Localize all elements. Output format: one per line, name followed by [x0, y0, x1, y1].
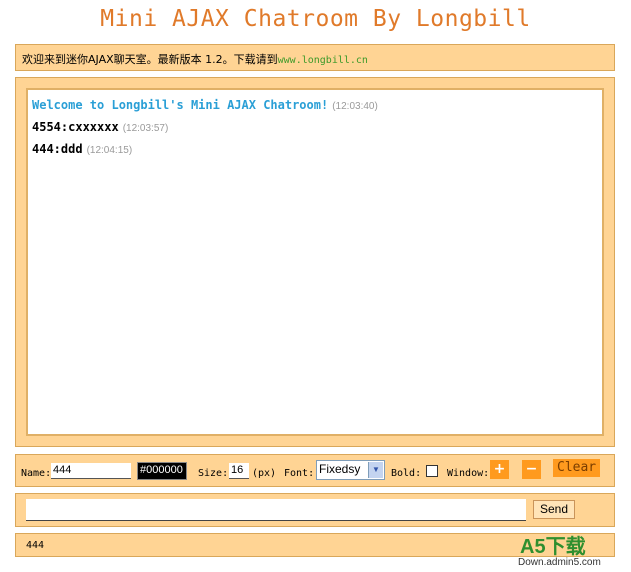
size-label: Size:	[198, 468, 229, 479]
send-button[interactable]: Send	[533, 500, 575, 519]
bold-checkbox[interactable]	[426, 465, 438, 477]
message-text: 444:ddd	[32, 142, 83, 156]
status-text: 444	[26, 540, 45, 551]
notice-bar: 欢迎来到迷你AJAX聊天室。最新版本 1.2。下载请到www.longbill.…	[15, 44, 615, 71]
window-shrink-button[interactable]: −	[522, 460, 541, 479]
window-enlarge-button[interactable]: +	[490, 460, 509, 479]
chat-message: 4554:cxxxxxx (12:03:57)	[32, 116, 598, 138]
chat-message: 444:ddd (12:04:15)	[32, 138, 598, 160]
chat-message: Welcome to Longbill's Mini AJAX Chatroom…	[32, 94, 598, 116]
chevron-down-icon: ▼	[368, 462, 383, 478]
settings-bar: Name: 444 #000000 Size: 16 (px) Font: Fi…	[15, 454, 615, 487]
watermark-logo: A5下载	[520, 536, 586, 558]
chat-log[interactable]: Welcome to Longbill's Mini AJAX Chatroom…	[26, 88, 604, 436]
download-link[interactable]: www.longbill.cn	[278, 55, 368, 66]
message-time: (12:03:57)	[122, 123, 169, 134]
size-input[interactable]: 16	[229, 463, 249, 479]
name-input[interactable]: 444	[51, 463, 131, 479]
notice-message: 欢迎来到迷你AJAX聊天室。最新版本 1.2。下载请到	[22, 53, 278, 66]
clear-button[interactable]: Clear	[553, 459, 601, 477]
chat-panel: Welcome to Longbill's Mini AJAX Chatroom…	[15, 77, 615, 447]
notice-text: 欢迎来到迷你AJAX聊天室。最新版本 1.2。下载请到www.longbill.…	[22, 51, 368, 67]
message-time: (12:03:40)	[332, 101, 378, 112]
message-time: (12:04:15)	[86, 145, 133, 156]
page-title: Mini AJAX Chatroom By Longbill	[100, 6, 531, 32]
watermark-site: Down.admin5.com	[518, 557, 601, 568]
window-label: Window:	[447, 468, 490, 479]
message-input[interactable]	[26, 499, 526, 521]
bold-label: Bold:	[391, 468, 422, 479]
name-label: Name:	[21, 468, 52, 479]
send-bar: Send	[15, 493, 615, 527]
font-select[interactable]: Fixedsy ▼	[316, 460, 385, 480]
font-select-value: Fixedsy	[319, 462, 361, 476]
message-text: 4554:cxxxxxx	[32, 120, 119, 134]
message-text: Welcome to Longbill's Mini AJAX Chatroom…	[32, 98, 329, 112]
font-label: Font:	[284, 468, 315, 479]
size-unit: (px)	[252, 468, 277, 479]
color-input[interactable]: #000000	[137, 462, 187, 480]
